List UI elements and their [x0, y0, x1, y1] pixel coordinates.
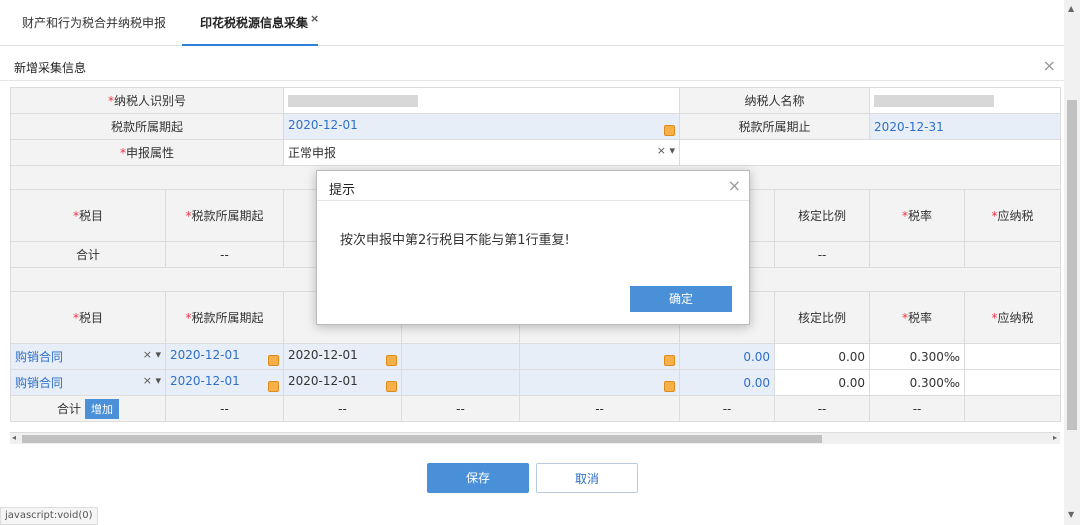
item-select[interactable]: 购销合同 × ▾	[10, 343, 166, 370]
tab-bar: 财产和行为税合并纳税申报 印花税税源信息采集 ×	[0, 0, 1064, 46]
scroll-left-icon[interactable]: ◂	[12, 433, 16, 442]
period-end-label: 税款所属期止	[679, 113, 871, 140]
active-tab-indicator	[182, 44, 318, 46]
add-row-button[interactable]: 增加	[85, 398, 119, 419]
col-header-item: *税目	[10, 291, 166, 344]
cancel-button[interactable]: 取消	[536, 463, 638, 493]
dialog-message: 按次申报中第2行税目不能与第1行重复!	[340, 233, 570, 248]
period-start-value: 2020-12-01	[288, 117, 358, 132]
vertical-scrollbar[interactable]: ▲ ▼	[1064, 0, 1080, 525]
taxpayer-id-value	[283, 87, 681, 114]
select-clear-dropdown-icon[interactable]: × ▾	[657, 144, 675, 157]
dialog-header: 提示 ×	[317, 171, 749, 201]
calendar-icon[interactable]	[664, 124, 676, 136]
save-button[interactable]: 保存	[427, 463, 529, 493]
calendar-icon[interactable]	[386, 380, 398, 392]
row-start-date[interactable]: 2020-12-01	[164, 343, 285, 370]
total-cell: --	[774, 241, 871, 268]
blank-cell	[679, 139, 1062, 166]
col-header-ratio: 核定比例	[774, 189, 871, 242]
tab-label: 印花税税源信息采集	[200, 16, 309, 30]
calendar-icon[interactable]	[664, 354, 676, 366]
calendar-icon[interactable]	[664, 380, 676, 392]
period-end-input[interactable]: 2020-12-31	[869, 113, 1062, 140]
row-rate: 0.300‰	[869, 369, 966, 396]
row-end-date[interactable]: 2020-12-01	[283, 369, 403, 396]
tab-close-icon[interactable]: ×	[310, 12, 319, 25]
row-ratio: 0.00	[774, 369, 871, 396]
col-header-period-start: *税款所属期起	[164, 189, 285, 242]
table-row: 购销合同 × ▾ 2020-12-01 2020-12-01 0.00 0.00 …	[10, 343, 1062, 370]
panel-header: 新增采集信息 ×	[0, 47, 1064, 81]
total-cell: --	[164, 241, 285, 268]
calendar-icon[interactable]	[268, 354, 280, 366]
scrollbar-thumb[interactable]	[1067, 100, 1077, 430]
col-header-tax-due: *应纳税	[964, 189, 1062, 242]
row-start-date[interactable]: 2020-12-01	[164, 369, 285, 396]
col-header-ratio: 核定比例	[774, 291, 871, 344]
period-start-label: 税款所属期起	[9, 113, 285, 140]
total-label: 合计	[10, 241, 166, 268]
col-header-period-start: *税款所属期起	[164, 291, 285, 344]
panel-close-icon[interactable]: ×	[1043, 56, 1056, 75]
taxpayer-id-label: *纳税人识别号	[9, 87, 285, 114]
period-start-input[interactable]: 2020-12-01	[283, 113, 681, 140]
confirm-button[interactable]: 确定	[630, 286, 732, 312]
row-end-date[interactable]: 2020-12-01	[283, 343, 403, 370]
calendar-icon[interactable]	[268, 380, 280, 392]
alert-dialog: 提示 × 按次申报中第2行税目不能与第1行重复! 确定	[316, 170, 750, 325]
calendar-icon[interactable]	[386, 354, 398, 366]
declare-attr-label: *申报属性	[9, 139, 285, 166]
row-count[interactable]: 0.00	[679, 369, 776, 396]
col-header-rate: *税率	[869, 189, 966, 242]
dialog-close-icon[interactable]: ×	[728, 176, 741, 195]
total-row-label: 合计 增加	[10, 395, 166, 422]
table-row: 购销合同 × ▾ 2020-12-01 2020-12-01 0.00 0.00 …	[10, 369, 1062, 396]
panel-title: 新增采集信息	[14, 61, 87, 75]
tab-combined-declaration[interactable]: 财产和行为税合并纳税申报	[22, 14, 166, 31]
dialog-title: 提示	[329, 183, 356, 198]
declare-attr-select[interactable]: 正常申报 × ▾	[283, 139, 681, 166]
taxpayer-name-value	[869, 87, 1062, 114]
row-ratio: 0.00	[774, 343, 871, 370]
scroll-up-icon[interactable]: ▲	[1068, 4, 1074, 13]
row-rate: 0.300‰	[869, 343, 966, 370]
declare-attr-value: 正常申报	[288, 146, 337, 160]
item-select[interactable]: 购销合同 × ▾	[10, 369, 166, 396]
row-count[interactable]: 0.00	[679, 343, 776, 370]
scrollbar-thumb[interactable]	[22, 435, 822, 443]
status-bar: javascript:void(0)	[0, 507, 98, 525]
col-header-tax-due: *应纳税	[964, 291, 1062, 344]
scroll-down-icon[interactable]: ▼	[1068, 510, 1074, 519]
tab-stamp-tax-collection[interactable]: 印花税税源信息采集 ×	[200, 12, 319, 31]
horizontal-scrollbar[interactable]: ◂ ▸	[10, 432, 1060, 444]
col-header-item: *税目	[10, 189, 166, 242]
col-header-rate: *税率	[869, 291, 966, 344]
scroll-right-icon[interactable]: ▸	[1053, 433, 1057, 442]
taxpayer-name-label: 纳税人名称	[679, 87, 871, 114]
